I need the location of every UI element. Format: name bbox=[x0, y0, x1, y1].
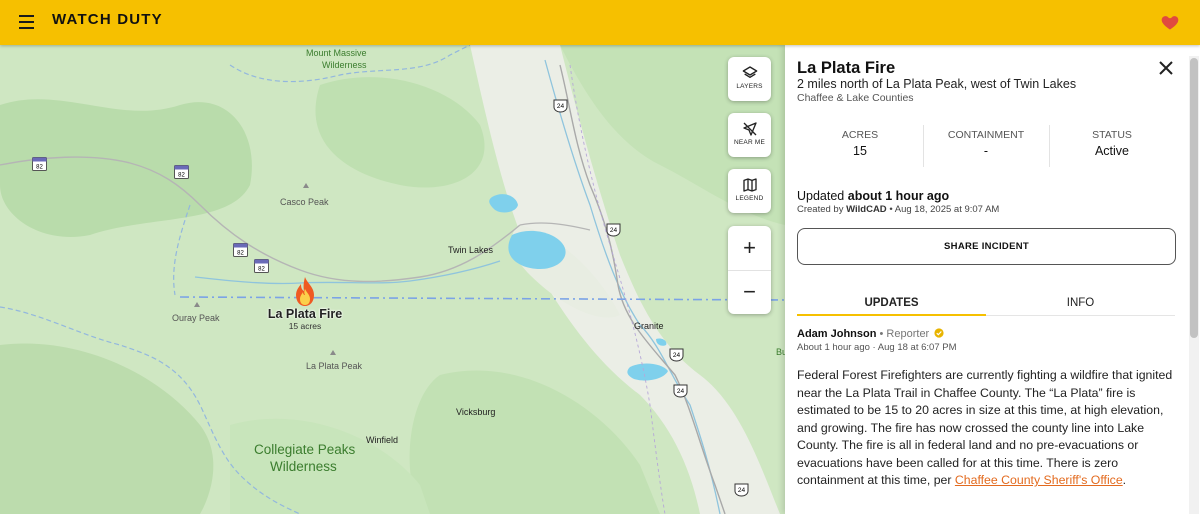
updated-line: Updated about 1 hour ago bbox=[797, 189, 949, 203]
stat-value: 15 bbox=[853, 144, 867, 158]
zoom-out-button[interactable]: − bbox=[728, 270, 771, 314]
incident-stats: ACRES 15 CONTAINMENT - STATUS Active bbox=[797, 125, 1175, 167]
stat-value: Active bbox=[1094, 144, 1130, 158]
sheriff-office-link[interactable]: Chaffee County Sheriff's Office bbox=[955, 473, 1123, 487]
close-icon[interactable] bbox=[1157, 59, 1175, 77]
stat-acres: ACRES 15 bbox=[797, 125, 923, 167]
created-prefix: Created by bbox=[797, 204, 844, 215]
svg-text:24: 24 bbox=[673, 352, 681, 359]
map-label-ouray-peak: Ouray Peak bbox=[172, 313, 220, 323]
fire-marker-acres: 15 acres bbox=[288, 321, 322, 331]
tab-updates[interactable]: UPDATES bbox=[797, 293, 986, 316]
created-line: Created by WildCAD • Aug 18, 2025 at 9:0… bbox=[797, 204, 999, 215]
co-82-shield-icon: 82 bbox=[32, 157, 47, 171]
updated-ago: about 1 hour ago bbox=[847, 189, 950, 203]
zoom-controls: + − bbox=[728, 226, 771, 314]
app-root: WATCH DUTY Mount Massive Wilderness Casc… bbox=[0, 0, 1200, 514]
map-view[interactable]: Mount Massive Wilderness Casco Peak Twin… bbox=[0, 45, 785, 514]
us-24-shield-icon: 24 bbox=[673, 384, 688, 398]
incident-title: La Plata Fire bbox=[797, 59, 896, 77]
svg-text:24: 24 bbox=[738, 487, 746, 494]
layers-button[interactable]: LAYERS bbox=[728, 57, 771, 101]
map-label-collegiate-wilderness: Wilderness bbox=[270, 459, 337, 474]
tab-info[interactable]: INFO bbox=[986, 293, 1175, 316]
map-label-la-plata-peak: La Plata Peak bbox=[306, 361, 363, 371]
map-label-casco-peak: Casco Peak bbox=[280, 197, 329, 207]
incident-tabs: UPDATES INFO bbox=[797, 293, 1175, 316]
stat-value: - bbox=[983, 144, 989, 158]
map-legend-icon bbox=[742, 178, 757, 192]
update-author-role: • Reporter bbox=[879, 328, 930, 340]
zoom-in-button[interactable]: + bbox=[728, 226, 771, 270]
fire-marker-label[interactable]: La Plata Fire bbox=[255, 307, 355, 321]
stat-label: CONTAINMENT bbox=[947, 129, 1025, 141]
layers-label: LAYERS bbox=[736, 83, 763, 90]
us-24-shield-icon: 24 bbox=[606, 223, 621, 237]
svg-text:82: 82 bbox=[36, 165, 43, 171]
update-body-text: Federal Forest Firefighters are currentl… bbox=[797, 368, 1173, 487]
update-author-line: Adam Johnson • Reporter bbox=[797, 328, 944, 340]
legend-button[interactable]: LEGEND bbox=[728, 169, 771, 213]
map-label-collegiate-peaks: Collegiate Peaks bbox=[254, 442, 356, 457]
map-label-edge: Bu bbox=[776, 347, 785, 357]
incident-panel: La Plata Fire 2 miles north of La Plata … bbox=[785, 45, 1200, 514]
fire-icon[interactable] bbox=[292, 276, 318, 308]
panel-scrollbar-thumb[interactable] bbox=[1190, 58, 1198, 338]
near-me-label: NEAR ME bbox=[733, 139, 765, 146]
co-82-shield-icon: 82 bbox=[254, 259, 269, 273]
incident-counties: Chaffee & Lake Counties bbox=[797, 92, 914, 104]
created-date: • Aug 18, 2025 at 9:07 AM bbox=[889, 204, 1000, 215]
svg-text:24: 24 bbox=[677, 388, 685, 395]
us-24-shield-icon: 24 bbox=[553, 99, 568, 113]
co-82-shield-icon: 82 bbox=[233, 243, 248, 257]
share-incident-button[interactable]: SHARE INCIDENT bbox=[797, 228, 1176, 265]
map-label-mount-massive-wilderness: Wilderness bbox=[322, 60, 367, 70]
layers-icon bbox=[742, 66, 757, 78]
verified-badge-icon bbox=[934, 328, 944, 338]
stat-label: STATUS bbox=[1092, 129, 1132, 141]
svg-text:82: 82 bbox=[258, 267, 265, 273]
incident-location: 2 miles north of La Plata Peak, west of … bbox=[797, 77, 1077, 91]
near-me-icon bbox=[742, 122, 757, 136]
map-label-vicksburg: Vicksburg bbox=[456, 407, 496, 417]
svg-text:82: 82 bbox=[178, 173, 185, 179]
updated-prefix: Updated bbox=[797, 189, 845, 203]
svg-text:24: 24 bbox=[610, 227, 618, 234]
us-24-shield-icon: 24 bbox=[669, 348, 684, 362]
stat-label: ACRES bbox=[841, 129, 879, 141]
top-bar: WATCH DUTY bbox=[0, 0, 1200, 45]
hamburger-menu-icon[interactable] bbox=[14, 11, 40, 33]
map-label-mount-massive: Mount Massive bbox=[306, 48, 367, 58]
map-label-granite: Granite bbox=[634, 321, 664, 331]
svg-text:24: 24 bbox=[557, 103, 565, 110]
update-body: Federal Forest Firefighters are currentl… bbox=[797, 367, 1177, 490]
us-24-shield-icon: 24 bbox=[734, 483, 749, 497]
heart-icon[interactable] bbox=[1160, 12, 1180, 32]
stat-status: STATUS Active bbox=[1049, 125, 1175, 167]
created-by: WildCAD bbox=[846, 204, 887, 215]
stat-containment: CONTAINMENT - bbox=[923, 125, 1049, 167]
update-timestamp: About 1 hour ago · Aug 18 at 6:07 PM bbox=[797, 342, 957, 353]
map-label-winfield: Winfield bbox=[366, 435, 399, 445]
co-82-shield-icon: 82 bbox=[174, 165, 189, 179]
app-brand: WATCH DUTY bbox=[52, 11, 163, 28]
update-body-tail: . bbox=[1122, 473, 1127, 487]
map-label-twin-lakes: Twin Lakes bbox=[448, 245, 494, 255]
svg-text:82: 82 bbox=[237, 251, 244, 257]
legend-label: LEGEND bbox=[735, 195, 764, 202]
update-author[interactable]: Adam Johnson bbox=[797, 328, 876, 340]
near-me-button[interactable]: NEAR ME bbox=[728, 113, 771, 157]
